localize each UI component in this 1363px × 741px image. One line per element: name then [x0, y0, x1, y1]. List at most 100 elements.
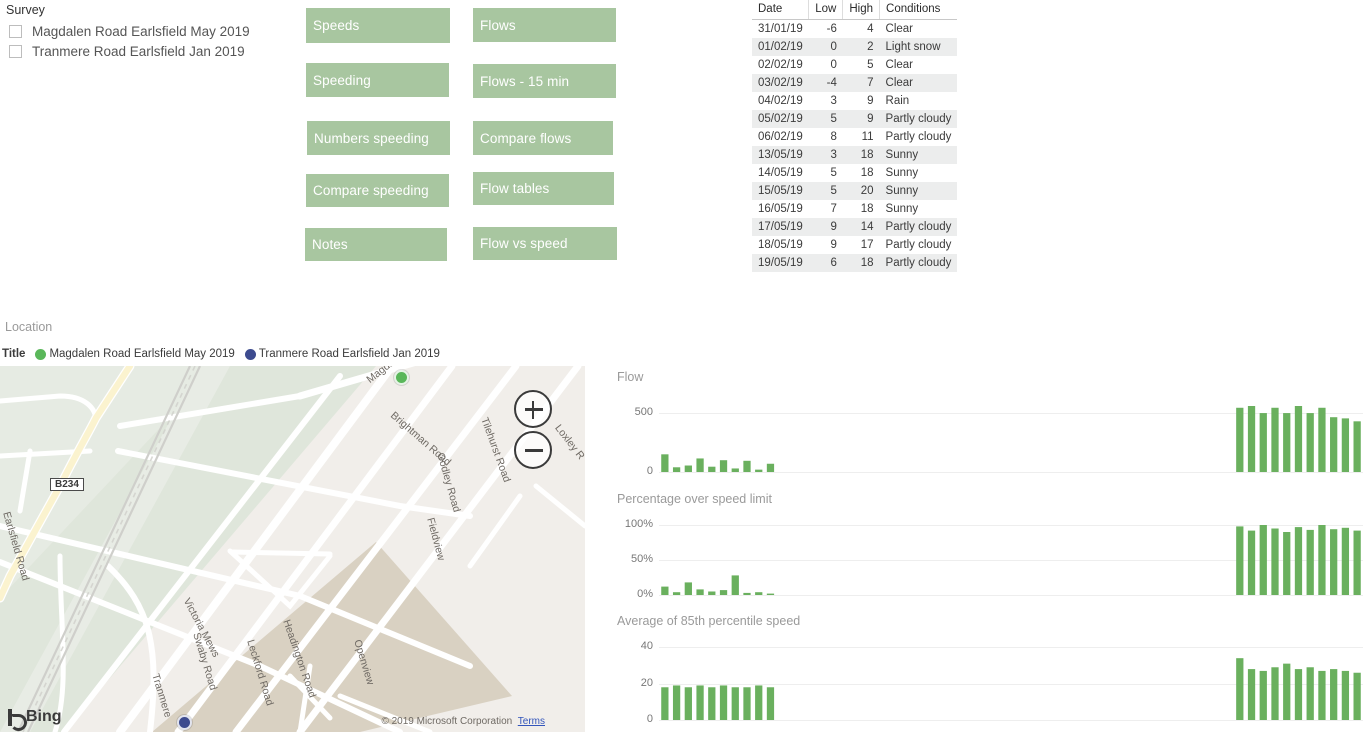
cell-low: 3 [830, 149, 837, 161]
legend-item-magdalen[interactable]: Magdalen Road Earlsfield May 2019 [35, 348, 240, 360]
cell-high: 18 [860, 167, 874, 179]
cell-date: 18/05/19 [758, 239, 803, 251]
map-terms-link[interactable]: Terms [518, 716, 545, 727]
cell-low: -4 [826, 77, 837, 89]
nav-button-compare-flows[interactable]: Compare flows [473, 121, 613, 155]
cell-conditions: Clear [885, 59, 914, 71]
cell-high: 2 [867, 41, 874, 53]
table-row[interactable]: 14/05/19 5 18 Sunny [752, 164, 958, 182]
survey-option-magdalen[interactable]: Magdalen Road Earlsfield May 2019 [9, 24, 250, 39]
nav-button-flow-vs-speed[interactable]: Flow vs speed [473, 227, 617, 260]
legend-item-label: Magdalen Road Earlsfield May 2019 [49, 348, 235, 360]
table-row[interactable]: 05/02/19 5 9 Partly cloudy [752, 110, 958, 128]
cell-low: 0 [830, 59, 837, 71]
cell-conditions: Sunny [885, 203, 919, 215]
table-row[interactable]: 06/02/19 8 11 Partly cloudy [752, 128, 958, 146]
cell-high: 18 [860, 203, 874, 215]
chart-flow[interactable]: Flow 0 500 [617, 370, 1363, 478]
y-axis-tick-label: 50% [630, 553, 653, 565]
survey-option-tranmere[interactable]: Tranmere Road Earlsfield Jan 2019 [9, 44, 245, 59]
cell-conditions: Partly cloudy [885, 221, 952, 233]
table-body: 31/01/19 -6 4 Clear 01/02/19 0 2 Light snow 02/0… [752, 19, 958, 272]
nav-button-flows[interactable]: Flows [473, 8, 616, 42]
cell-date: 04/02/19 [758, 95, 803, 107]
cell-conditions: Rain [885, 95, 910, 107]
table-row[interactable]: 04/02/19 3 9 Rain [752, 92, 958, 110]
cell-conditions: Sunny [885, 167, 919, 179]
y-axis-tick-label: 20 [640, 676, 653, 689]
cell-conditions: Sunny [885, 185, 919, 197]
table-row[interactable]: 19/05/19 6 18 Partly cloudy [752, 254, 958, 272]
cell-high: 20 [860, 185, 874, 197]
y-axis-tick-label: 500 [634, 406, 653, 419]
map-pin-tranmere[interactable] [177, 715, 192, 730]
cell-conditions: Clear [885, 23, 914, 35]
nav-button-flow-tables[interactable]: Flow tables [473, 172, 614, 205]
chart-bars [661, 658, 1361, 720]
column-header-conditions[interactable]: Conditions [879, 0, 958, 20]
cell-date: 01/02/19 [758, 41, 803, 53]
table-row[interactable]: 17/05/19 9 14 Partly cloudy [752, 218, 958, 236]
cell-date: 13/05/19 [758, 149, 803, 161]
table-row[interactable]: 18/05/19 9 17 Partly cloudy [752, 236, 958, 254]
bing-wordmark: Bing [26, 708, 62, 725]
cell-date: 06/02/19 [758, 131, 803, 143]
cell-conditions: Partly cloudy [885, 239, 952, 251]
cell-high: 14 [860, 221, 874, 233]
map-zoom-in-button[interactable] [514, 390, 552, 428]
map-zoom-out-button[interactable] [514, 431, 552, 469]
cell-conditions: Partly cloudy [885, 113, 952, 125]
cell-conditions: Partly cloudy [885, 257, 952, 269]
map-copyright-text: © 2019 Microsoft Corporation [381, 716, 513, 727]
legend-item-tranmere[interactable]: Tranmere Road Earlsfield Jan 2019 [244, 348, 446, 360]
legend-color-dot [244, 348, 256, 360]
column-header-high[interactable]: High [842, 0, 881, 20]
cell-low: 5 [830, 185, 837, 197]
location-section-label: Location [5, 320, 53, 334]
column-header-date[interactable]: Date [752, 0, 810, 20]
cell-high: 11 [861, 131, 874, 143]
cell-low: 8 [830, 131, 837, 143]
table-row[interactable]: 16/05/19 7 18 Sunny [752, 200, 958, 218]
cell-high: 5 [867, 59, 874, 71]
y-axis-tick-label: 0 [646, 713, 653, 725]
y-axis-tick-label: 100% [624, 518, 653, 530]
nav-button-numbers-speeding[interactable]: Numbers speeding [307, 121, 450, 155]
map-pin-magdalen[interactable] [394, 370, 409, 385]
nav-button-flows-15-min[interactable]: Flows - 15 min [473, 64, 616, 98]
cell-high: 7 [867, 77, 874, 89]
survey-slicer: Survey Magdalen Road Earlsfield May 2019… [0, 0, 300, 70]
table-row[interactable]: 31/01/19 -6 4 Clear [752, 19, 958, 38]
cell-date: 17/05/19 [758, 221, 803, 233]
bing-logo[interactable]: Bing [8, 708, 62, 726]
cell-conditions: Partly cloudy [885, 131, 952, 143]
cell-date: 05/02/19 [758, 113, 803, 125]
table-row[interactable]: 15/05/19 5 20 Sunny [752, 182, 958, 200]
nav-button-speeding[interactable]: Speeding [306, 63, 449, 97]
table-row[interactable]: 13/05/19 3 18 Sunny [752, 146, 958, 164]
cell-low: 5 [830, 167, 837, 179]
column-header-low[interactable]: Low [808, 0, 844, 20]
bing-map[interactable]: B234 Earlsfield RoadMagdalenBrightman Ro… [0, 366, 585, 732]
nav-button-notes[interactable]: Notes [305, 228, 447, 261]
table-header: Date Low High Conditions [752, 0, 958, 20]
checkbox-icon[interactable] [9, 25, 22, 38]
nav-button-speeds[interactable]: Speeds [306, 8, 450, 43]
checkbox-icon[interactable] [9, 45, 22, 58]
map-credit: © 2019 Microsoft Corporation Terms [381, 716, 545, 727]
cell-date: 15/05/19 [758, 185, 803, 197]
cell-high: 9 [867, 95, 874, 107]
chart-average-85th-percentile-speed[interactable]: Average of 85th percentile speed 0 20 40 [617, 614, 1363, 726]
cell-low: 9 [830, 221, 837, 233]
weather-table: Date Low High Conditions 31/01/19 -6 4 Clea… [752, 0, 958, 272]
nav-button-compare-speeding[interactable]: Compare speeding [306, 174, 449, 207]
table-row[interactable]: 01/02/19 0 2 Light snow [752, 38, 958, 56]
chart-percentage-over-speed-limit[interactable]: Percentage over speed limit 0% 50% 100% [617, 492, 1363, 602]
legend-title: Title [2, 348, 26, 360]
table-row[interactable]: 03/02/19 -4 7 Clear [752, 74, 958, 92]
table-row[interactable]: 02/02/19 0 5 Clear [752, 56, 958, 74]
map-basemap [0, 366, 585, 732]
cell-low: 7 [830, 203, 837, 215]
cell-high: 9 [867, 113, 874, 125]
survey-title: Survey [6, 3, 45, 17]
